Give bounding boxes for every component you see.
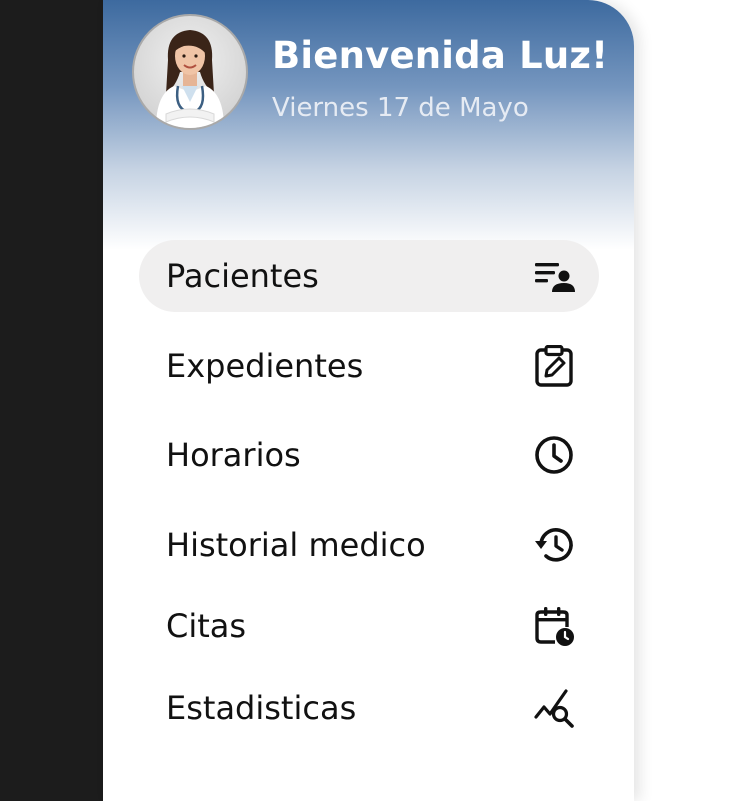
- history-icon: [533, 524, 575, 566]
- menu-item-label: Citas: [166, 607, 247, 645]
- menu-item-historial-medico[interactable]: Historial medico: [139, 509, 599, 581]
- patient-list-icon: [533, 255, 575, 297]
- menu-item-label: Historial medico: [166, 526, 426, 564]
- navigation-drawer: Bienvenida Luz! Viernes 17 de Mayo Pacie…: [103, 0, 634, 801]
- menu-item-label: Expedientes: [166, 347, 364, 385]
- menu-item-label: Horarios: [166, 436, 301, 474]
- menu-item-label: Pacientes: [166, 257, 319, 295]
- menu-item-pacientes[interactable]: Pacientes: [139, 240, 599, 312]
- greeting-title: Bienvenida Luz!: [272, 34, 609, 77]
- menu-item-label: Estadisticas: [166, 689, 357, 727]
- drawer-header: Bienvenida Luz! Viernes 17 de Mayo: [103, 0, 634, 250]
- clock-icon: [533, 434, 575, 476]
- menu-item-expedientes[interactable]: Expedientes: [139, 330, 599, 402]
- clipboard-edit-icon: [533, 345, 575, 387]
- avatar[interactable]: [132, 14, 248, 130]
- menu-item-citas[interactable]: Citas: [139, 590, 599, 662]
- doctor-avatar: [156, 30, 224, 128]
- current-date: Viernes 17 de Mayo: [272, 93, 529, 123]
- menu-item-horarios[interactable]: Horarios: [139, 419, 599, 491]
- stats-search-icon: [533, 687, 575, 729]
- background-strip: [0, 0, 103, 801]
- menu-item-estadisticas[interactable]: Estadisticas: [139, 672, 599, 744]
- calendar-clock-icon: [533, 605, 575, 647]
